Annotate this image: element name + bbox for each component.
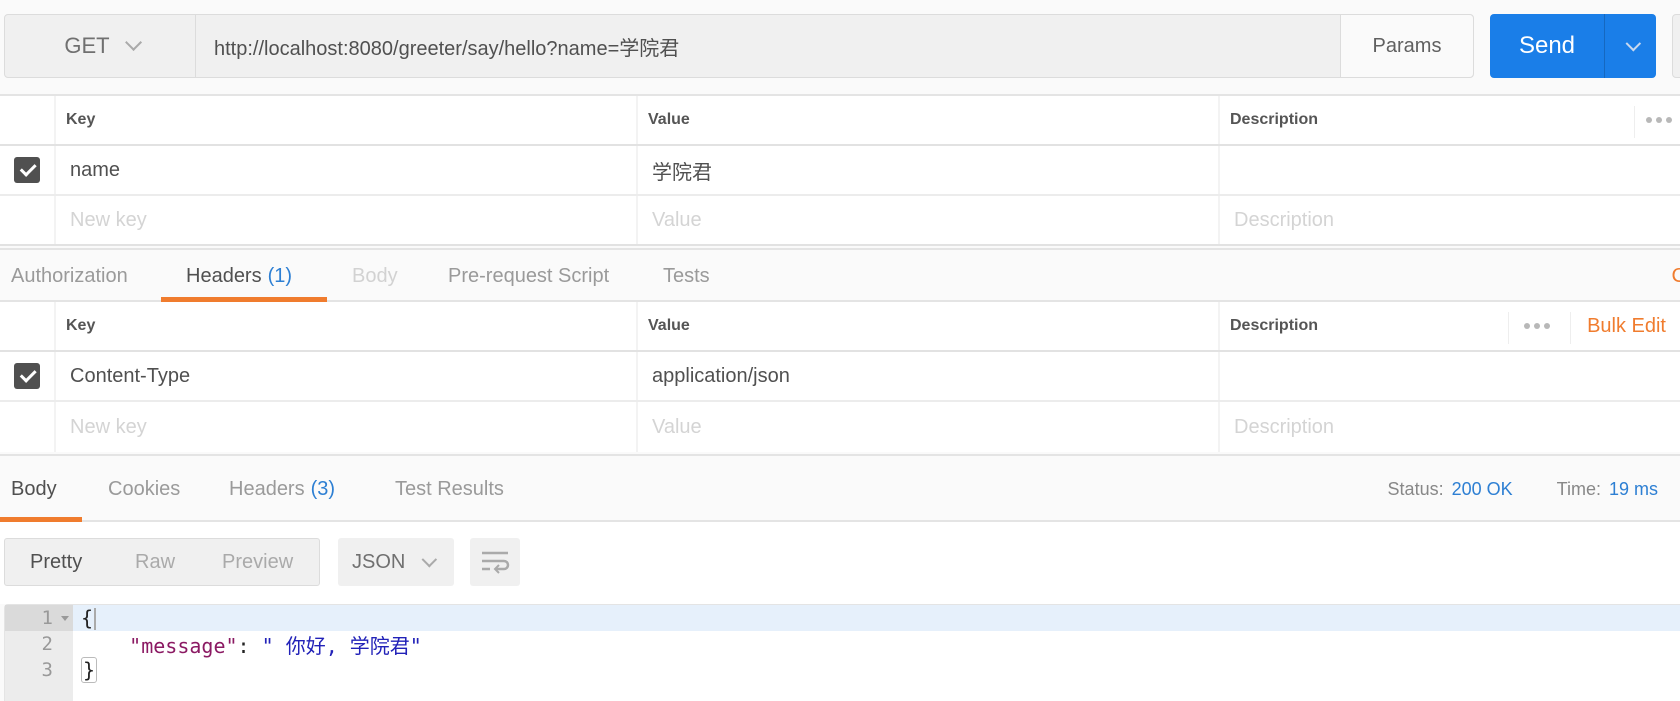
params-table-header: Key Value Description — [0, 96, 1680, 146]
chevron-down-icon — [1625, 35, 1642, 51]
column-header-description-label: Description — [1230, 317, 1319, 334]
new-value-input[interactable]: Value — [638, 402, 1220, 452]
new-header-row: New key Value Description — [0, 402, 1680, 452]
column-header-description: Description — [1220, 96, 1680, 144]
view-raw[interactable]: Raw — [135, 551, 175, 574]
chevron-down-icon — [421, 551, 438, 567]
params-button[interactable]: Params — [1340, 15, 1473, 77]
close-brace: } — [81, 657, 98, 683]
view-pretty[interactable]: Pretty — [30, 551, 82, 574]
headers-table: Key Value Description Bulk Edit Content-… — [0, 302, 1680, 452]
view-preview[interactable]: Preview — [222, 551, 293, 574]
tab-tests[interactable]: Tests — [663, 250, 710, 302]
format-select[interactable]: JSON — [338, 538, 454, 586]
response-body-editor[interactable]: 1 { 2 "message": " 你好, 学院君" 3 } — [4, 604, 1680, 701]
column-header-value: Value — [638, 302, 1220, 350]
code-line: 2 "message": " 你好, 学院君" — [5, 631, 1680, 658]
method-label: GET — [64, 33, 110, 58]
column-divider — [1634, 106, 1635, 138]
text-cursor — [94, 608, 97, 631]
column-header-description: Description Bulk Edit — [1220, 302, 1680, 350]
column-divider — [1570, 312, 1571, 344]
tab-test-results[interactable]: Test Results — [395, 456, 504, 522]
tab-body[interactable]: Body — [352, 250, 398, 302]
table-row: Content-Type application/json — [0, 352, 1680, 402]
wrap-lines-button[interactable] — [470, 538, 520, 586]
new-description-input[interactable]: Description — [1220, 196, 1680, 244]
cookies-link[interactable]: C — [1672, 250, 1680, 302]
tab-headers[interactable]: Headers (1) — [186, 250, 292, 302]
status-value: 200 OK — [1451, 478, 1513, 499]
column-header-key: Key — [56, 96, 638, 144]
line-number: 3 — [41, 659, 53, 681]
json-string-value: " 你好, 学院君" — [261, 633, 422, 658]
tab-authorization[interactable]: Authorization — [11, 250, 128, 302]
param-description[interactable] — [1220, 146, 1680, 194]
column-divider — [1508, 312, 1509, 344]
header-key[interactable]: Content-Type — [56, 352, 638, 400]
code-line: 3 } — [5, 657, 1680, 683]
response-headers-count-badge: (3) — [310, 477, 336, 500]
table-row: name 学院君 — [0, 146, 1680, 196]
bulk-edit-link[interactable]: Bulk Edit — [1587, 315, 1666, 338]
header-value[interactable]: application/json — [638, 352, 1220, 400]
view-mode-group: Pretty Raw Preview — [4, 538, 320, 586]
url-input[interactable] — [196, 15, 1340, 77]
fold-toggle-icon[interactable] — [61, 616, 69, 621]
request-url-bar: GET Params Send — [0, 0, 1680, 96]
open-brace: { — [81, 605, 94, 630]
row-enabled-checkbox[interactable] — [14, 363, 40, 389]
json-key: "message" — [129, 633, 238, 658]
wrap-lines-icon — [482, 551, 510, 574]
request-tabs: Authorization Headers (1) Body Pre-reque… — [0, 248, 1680, 302]
response-meta: Status: 200 OK Time: 19 ms — [1388, 456, 1658, 522]
save-button[interactable] — [1672, 14, 1680, 78]
line-number: 2 — [41, 633, 53, 655]
new-value-input[interactable]: Value — [638, 196, 1220, 244]
tab-pre-request-script[interactable]: Pre-request Script — [448, 250, 609, 302]
send-button[interactable]: Send — [1490, 14, 1605, 78]
time-label: Time: — [1556, 478, 1601, 499]
time-value: 19 ms — [1608, 478, 1658, 499]
param-key[interactable]: name — [56, 146, 638, 194]
param-value[interactable]: 学院君 — [638, 146, 1220, 194]
method-select[interactable]: GET — [5, 15, 196, 77]
new-param-row: New key Value Description — [0, 196, 1680, 246]
new-key-input[interactable]: New key — [56, 196, 638, 244]
send-button-group: Send — [1490, 14, 1656, 78]
url-group: GET Params — [4, 14, 1474, 78]
more-options-icon[interactable] — [1524, 323, 1550, 329]
response-tabs: Body Cookies Headers (3) Test Results St… — [0, 454, 1680, 522]
line-number: 1 — [41, 607, 53, 629]
row-enabled-checkbox[interactable] — [14, 157, 40, 183]
code-line: 1 { — [5, 605, 1680, 631]
column-header-key: Key — [56, 302, 638, 350]
new-description-input[interactable]: Description — [1220, 402, 1680, 452]
chevron-down-icon — [124, 33, 142, 51]
header-description[interactable] — [1220, 352, 1680, 400]
column-header-value: Value — [638, 96, 1220, 144]
tab-response-headers[interactable]: Headers (3) — [229, 456, 335, 522]
new-key-input[interactable]: New key — [56, 402, 638, 452]
tab-response-cookies[interactable]: Cookies — [108, 456, 180, 522]
column-header-description-label: Description — [1230, 111, 1319, 128]
send-options-dropdown[interactable] — [1605, 14, 1656, 78]
json-separator: : — [237, 633, 262, 658]
headers-count-badge: (1) — [267, 264, 293, 287]
tab-response-body[interactable]: Body — [11, 456, 57, 522]
format-label: JSON — [352, 550, 406, 573]
status-label: Status: — [1387, 478, 1444, 499]
more-options-icon[interactable] — [1646, 117, 1672, 123]
response-toolbar: Pretty Raw Preview JSON — [0, 522, 1680, 604]
params-table: Key Value Description name 学院君 New key V… — [0, 96, 1680, 246]
headers-table-header: Key Value Description Bulk Edit — [0, 302, 1680, 352]
